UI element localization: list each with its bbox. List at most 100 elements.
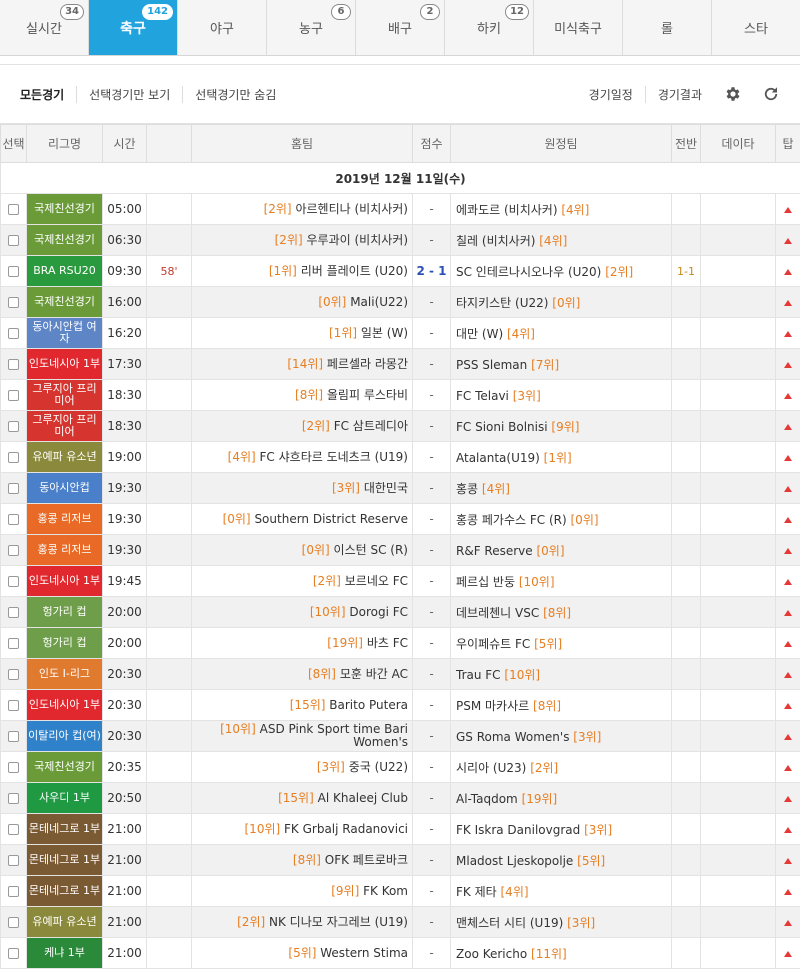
away-team[interactable]: FK 제타 [4위] <box>451 876 672 907</box>
away-team[interactable]: 시리아 (U23) [2위] <box>451 752 672 783</box>
home-team[interactable]: [10위] ASD Pink Sport time Bari Women's <box>192 721 413 752</box>
data-cell[interactable] <box>701 721 776 752</box>
tip-up-arrow-icon[interactable] <box>784 858 792 864</box>
select-checkbox-cell[interactable] <box>1 752 27 783</box>
tip-cell[interactable] <box>776 690 800 721</box>
tip-cell[interactable] <box>776 876 800 907</box>
select-checkbox-cell[interactable] <box>1 783 27 814</box>
select-checkbox[interactable] <box>8 452 19 463</box>
tab-3[interactable]: 농구6 <box>267 0 356 55</box>
select-checkbox[interactable] <box>8 235 19 246</box>
tip-up-arrow-icon[interactable] <box>784 238 792 244</box>
select-checkbox-cell[interactable] <box>1 597 27 628</box>
data-cell[interactable] <box>701 659 776 690</box>
tab-0[interactable]: 실시간34 <box>0 0 89 55</box>
data-cell[interactable] <box>701 783 776 814</box>
select-checkbox-cell[interactable] <box>1 628 27 659</box>
away-team[interactable]: 대만 (W) [4위] <box>451 318 672 349</box>
home-team[interactable]: [9위] FK Kom <box>192 876 413 907</box>
select-checkbox-cell[interactable] <box>1 349 27 380</box>
game-schedule-link[interactable]: 경기일정 <box>577 86 645 103</box>
select-checkbox[interactable] <box>8 762 19 773</box>
tip-cell[interactable] <box>776 938 800 969</box>
select-checkbox[interactable] <box>8 204 19 215</box>
tip-up-arrow-icon[interactable] <box>784 486 792 492</box>
select-checkbox[interactable] <box>8 390 19 401</box>
tip-cell[interactable] <box>776 380 800 411</box>
home-team[interactable]: [10위] Dorogi FC <box>192 597 413 628</box>
league-name[interactable]: BRA RSU20 <box>27 256 103 287</box>
away-team[interactable]: PSS Sleman [7위] <box>451 349 672 380</box>
data-cell[interactable] <box>701 380 776 411</box>
data-cell[interactable] <box>701 814 776 845</box>
tip-up-arrow-icon[interactable] <box>784 796 792 802</box>
tab-7[interactable]: 롤 <box>623 0 712 55</box>
data-cell[interactable] <box>701 256 776 287</box>
away-team[interactable]: FC Telavi [3위] <box>451 380 672 411</box>
select-checkbox[interactable] <box>8 483 19 494</box>
data-cell[interactable] <box>701 318 776 349</box>
select-checkbox[interactable] <box>8 576 19 587</box>
league-name[interactable]: 국제친선경기 <box>27 225 103 256</box>
home-team[interactable]: [2위] NK 디나모 자그레브 (U19) <box>192 907 413 938</box>
away-team[interactable]: GS Roma Women's [3위] <box>451 721 672 752</box>
tip-cell[interactable] <box>776 442 800 473</box>
tip-cell[interactable] <box>776 628 800 659</box>
tip-up-arrow-icon[interactable] <box>784 331 792 337</box>
tip-cell[interactable] <box>776 194 800 225</box>
away-team[interactable]: FC Sioni Bolnisi [9위] <box>451 411 672 442</box>
tab-2[interactable]: 야구 <box>178 0 267 55</box>
select-checkbox[interactable] <box>8 607 19 618</box>
tip-up-arrow-icon[interactable] <box>784 424 792 430</box>
tip-cell[interactable] <box>776 504 800 535</box>
tip-up-arrow-icon[interactable] <box>784 362 792 368</box>
home-team[interactable]: [0위] Southern District Reserve <box>192 504 413 535</box>
league-name[interactable]: 몬테네그로 1부 <box>27 876 103 907</box>
home-team[interactable]: [8위] OFK 페트로바크 <box>192 845 413 876</box>
tip-cell[interactable] <box>776 845 800 876</box>
tip-cell[interactable] <box>776 473 800 504</box>
away-team[interactable]: Zoo Kericho [11위] <box>451 938 672 969</box>
select-checkbox[interactable] <box>8 824 19 835</box>
home-team[interactable]: [4위] FC 샤흐타르 도네츠크 (U19) <box>192 442 413 473</box>
away-team[interactable]: 홍콩 페가수스 FC (R) [0위] <box>451 504 672 535</box>
data-cell[interactable] <box>701 690 776 721</box>
data-cell[interactable] <box>701 473 776 504</box>
tab-1[interactable]: 축구142 <box>89 0 178 55</box>
select-checkbox[interactable] <box>8 917 19 928</box>
league-name[interactable]: 이탈리아 컵(여) <box>27 721 103 752</box>
data-cell[interactable] <box>701 876 776 907</box>
home-team[interactable]: [0위] 이스턴 SC (R) <box>192 535 413 566</box>
tip-up-arrow-icon[interactable] <box>784 393 792 399</box>
home-team[interactable]: [1위] 리버 플레이트 (U20) <box>192 256 413 287</box>
filter-all-games[interactable]: 모든경기 <box>20 86 76 103</box>
away-team[interactable]: 페르십 반둥 [10위] <box>451 566 672 597</box>
league-name[interactable]: 케냐 1부 <box>27 938 103 969</box>
data-cell[interactable] <box>701 504 776 535</box>
league-name[interactable]: 인도네시아 1부 <box>27 566 103 597</box>
select-checkbox[interactable] <box>8 669 19 680</box>
league-name[interactable]: 인도 I-리그 <box>27 659 103 690</box>
home-team[interactable]: [8위] 모훈 바간 AC <box>192 659 413 690</box>
home-team[interactable]: [2위] 아르헨티나 (비치사커) <box>192 194 413 225</box>
tip-cell[interactable] <box>776 566 800 597</box>
data-cell[interactable] <box>701 442 776 473</box>
data-cell[interactable] <box>701 566 776 597</box>
data-cell[interactable] <box>701 845 776 876</box>
away-team[interactable]: 맨체스터 시티 (U19) [3위] <box>451 907 672 938</box>
select-checkbox[interactable] <box>8 638 19 649</box>
tip-cell[interactable] <box>776 318 800 349</box>
tip-cell[interactable] <box>776 659 800 690</box>
league-name[interactable]: 국제친선경기 <box>27 752 103 783</box>
tip-cell[interactable] <box>776 597 800 628</box>
game-results-link[interactable]: 경기결과 <box>645 86 714 103</box>
data-cell[interactable] <box>701 349 776 380</box>
select-checkbox-cell[interactable] <box>1 256 27 287</box>
league-name[interactable]: 헝가리 컵 <box>27 597 103 628</box>
home-team[interactable]: [10위] FK Grbalj Radanovici <box>192 814 413 845</box>
league-name[interactable]: 몬테네그로 1부 <box>27 845 103 876</box>
home-team[interactable]: [8위] 올림피 루스타비 <box>192 380 413 411</box>
league-name[interactable]: 홍콩 리저브 <box>27 504 103 535</box>
away-team[interactable]: 에콰도르 (비치사커) [4위] <box>451 194 672 225</box>
data-cell[interactable] <box>701 628 776 659</box>
